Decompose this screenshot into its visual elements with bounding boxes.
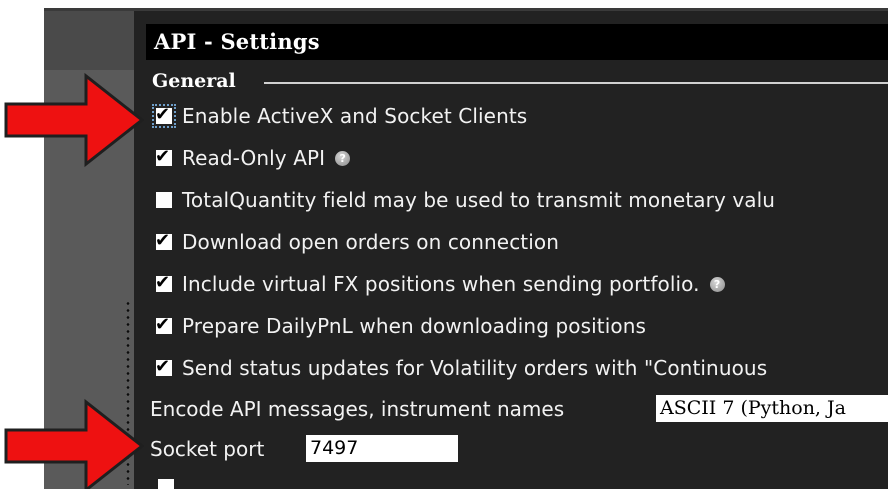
checkbox-daily-pnl[interactable]: ✔ xyxy=(155,314,172,335)
setting-label: Prepare DailyPnL when downloading positi… xyxy=(182,314,646,338)
checkbox-read-only-api[interactable]: ✔ xyxy=(155,146,172,167)
setting-label: Include virtual FX positions when sendin… xyxy=(182,272,700,296)
setting-daily-pnl[interactable]: ✔ Prepare DailyPnL when downloading posi… xyxy=(155,311,646,341)
setting-enable-activex[interactable]: ✔ Enable ActiveX and Socket Clients xyxy=(152,101,528,131)
arrow-shape xyxy=(4,398,145,489)
panel-title: API - Settings xyxy=(154,29,320,54)
checkbox-enable-activex[interactable]: ✔ xyxy=(152,104,176,128)
setting-label: Download open orders on connection xyxy=(182,230,560,254)
checkbox-download-open-orders[interactable]: ✔ xyxy=(155,230,172,251)
section-divider xyxy=(264,82,888,84)
setting-read-only-api[interactable]: ✔ Read-Only API ? xyxy=(155,143,351,173)
socket-port-label: Socket port xyxy=(150,437,265,461)
help-icon[interactable]: ? xyxy=(335,150,351,166)
check-icon: ✔ xyxy=(155,356,171,377)
setting-virtual-fx[interactable]: ✔ Include virtual FX positions when send… xyxy=(155,269,725,299)
arrow-annotation-socket-port xyxy=(4,398,145,489)
setting-volatility-status[interactable]: ✔ Send status updates for Volatility ord… xyxy=(155,353,768,383)
setting-label: Enable ActiveX and Socket Clients xyxy=(182,104,528,128)
encoding-label: Encode API messages, instrument names xyxy=(150,397,565,421)
setting-label: TotalQuantity field may be used to trans… xyxy=(182,188,776,212)
setting-download-open-orders[interactable]: ✔ Download open orders on connection xyxy=(155,227,560,257)
check-icon: ✔ xyxy=(155,104,171,125)
setting-label: Send status updates for Volatility order… xyxy=(182,356,768,380)
setting-label: Read-Only API xyxy=(182,146,326,170)
checkbox-volatility-status[interactable]: ✔ xyxy=(155,356,172,377)
window-top-edge xyxy=(44,8,888,11)
setting-totalquantity[interactable]: TotalQuantity field may be used to trans… xyxy=(156,185,775,215)
check-icon: ✔ xyxy=(155,314,171,335)
arrow-annotation-activex xyxy=(4,72,145,168)
checkbox-partial[interactable] xyxy=(158,479,174,489)
screenshot: API - Settings General ✔ Enable ActiveX … xyxy=(0,0,888,489)
checkbox-virtual-fx[interactable]: ✔ xyxy=(155,272,172,293)
check-icon: ✔ xyxy=(155,272,171,293)
checkbox-totalquantity[interactable] xyxy=(156,192,172,208)
arrow-shape xyxy=(4,72,145,168)
socket-port-input[interactable]: 7497 xyxy=(306,435,458,462)
check-icon: ✔ xyxy=(155,230,171,251)
check-icon: ✔ xyxy=(155,146,171,167)
encoding-select[interactable]: ASCII 7 (Python, Ja xyxy=(656,395,888,422)
section-title-general: General xyxy=(152,70,236,92)
help-icon[interactable]: ? xyxy=(709,276,725,292)
